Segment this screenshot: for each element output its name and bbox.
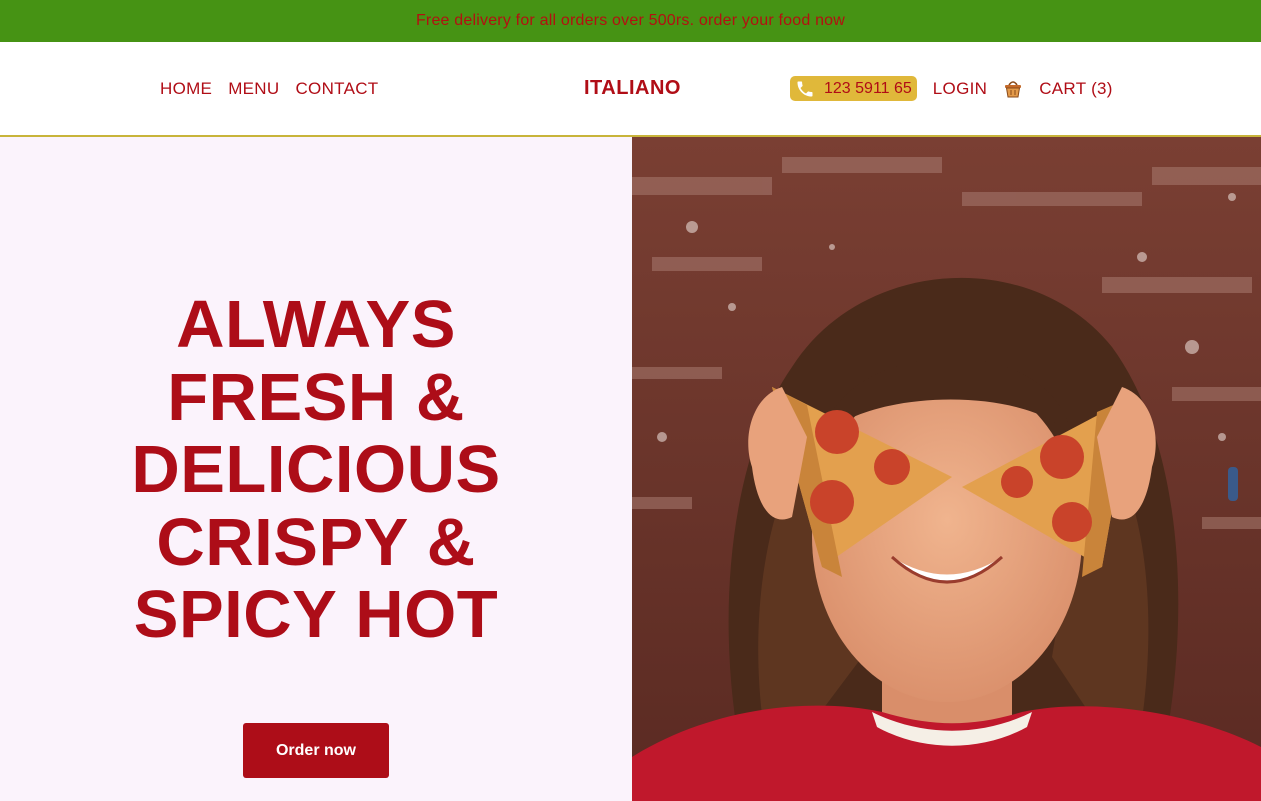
promo-text: Free delivery for all orders over 500rs.… <box>415 12 846 29</box>
phone-button[interactable]: 123 5911 65 <box>790 76 917 101</box>
order-now-button[interactable]: Order now <box>243 723 389 778</box>
hero-photo <box>632 137 1261 801</box>
phone-icon <box>794 78 816 100</box>
headline-line: DELICIOUS <box>131 432 501 507</box>
nav-contact-link[interactable]: CONTACT <box>295 79 378 99</box>
hero-headline: ALWAYS FRESH & DELICIOUS CRISPY & SPICY … <box>0 287 632 652</box>
login-link[interactable]: LOGIN <box>933 79 987 99</box>
headline-line: FRESH & <box>167 359 465 435</box>
hero-photo-illustration <box>632 137 1261 801</box>
promo-banner: Free delivery for all orders over 500rs.… <box>0 0 1261 42</box>
cart-link[interactable]: CART (3) <box>1039 79 1113 99</box>
phone-number: 123 5911 65 <box>824 79 912 97</box>
nav-home-link[interactable]: HOME <box>160 79 212 99</box>
nav-actions: 123 5911 65 LOGIN CART (3) <box>790 42 1113 135</box>
hero-text-panel: ALWAYS FRESH & DELICIOUS CRISPY & SPICY … <box>0 137 632 801</box>
headline-line: SPICY HOT <box>133 577 499 652</box>
headline-line: CRISPY & <box>156 504 476 580</box>
headline-line: ALWAYS <box>176 287 456 362</box>
brand-logo[interactable]: ITALIANO <box>584 42 681 135</box>
main-nav: HOME MENU CONTACT <box>160 42 378 135</box>
nav-menu-link[interactable]: MENU <box>228 79 279 99</box>
basket-icon[interactable] <box>1003 79 1023 99</box>
top-navbar: HOME MENU CONTACT ITALIANO 123 5911 65 L… <box>0 42 1261 137</box>
